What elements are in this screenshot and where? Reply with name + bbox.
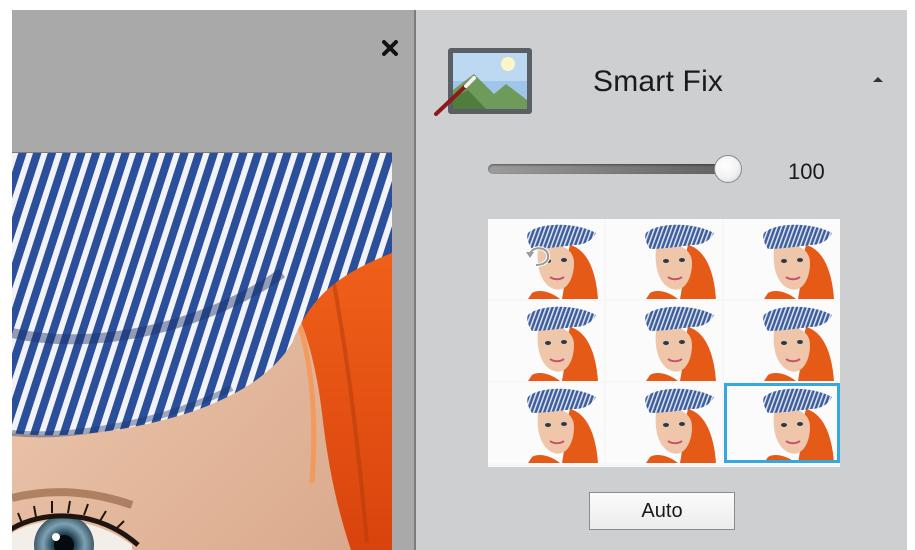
photo-preview	[12, 152, 392, 550]
amount-slider-thumb[interactable]	[714, 155, 742, 183]
close-icon	[382, 40, 398, 56]
preset-thumbnail[interactable]	[724, 383, 840, 463]
smart-fix-icon	[434, 46, 534, 118]
preset-thumbnail[interactable]	[724, 301, 840, 381]
preset-thumbnail[interactable]	[606, 301, 722, 381]
collapse-button[interactable]	[870, 72, 886, 84]
smart-fix-panel: Smart Fix 100 Auto	[416, 10, 907, 550]
preset-thumbnail-grid	[488, 219, 840, 467]
preset-thumbnail[interactable]	[606, 219, 722, 299]
amount-slider-track[interactable]	[488, 164, 736, 174]
close-button[interactable]	[378, 36, 402, 60]
preset-thumbnail[interactable]	[488, 219, 604, 299]
preset-thumbnail[interactable]	[488, 301, 604, 381]
photo-canvas-pane	[12, 10, 414, 550]
auto-button[interactable]: Auto	[589, 492, 735, 530]
preset-thumbnail[interactable]	[606, 383, 722, 463]
collapse-arrow-icon	[873, 77, 883, 82]
preset-thumbnail[interactable]	[488, 383, 604, 463]
slider-value: 100	[788, 159, 825, 184]
preset-thumbnail[interactable]	[724, 219, 840, 299]
reset-icon	[524, 243, 554, 269]
panel-title: Smart Fix	[593, 65, 724, 98]
